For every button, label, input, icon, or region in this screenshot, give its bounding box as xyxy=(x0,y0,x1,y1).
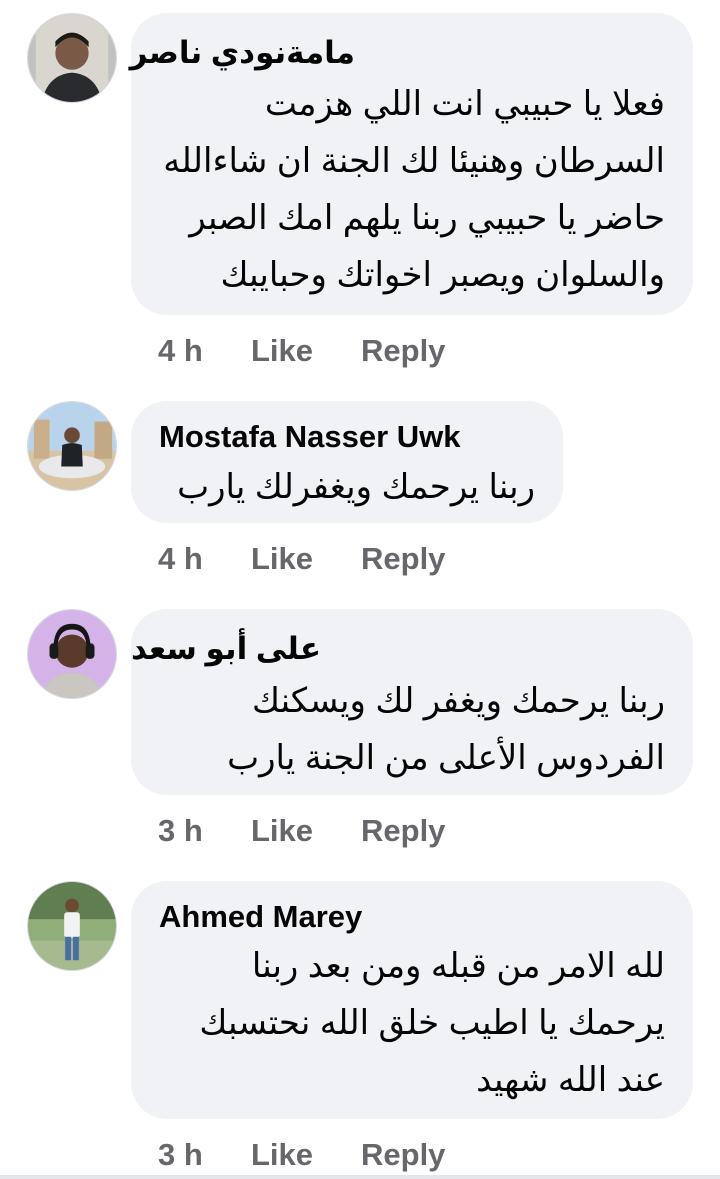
comment-text-line: والسلوان ويصبر اخواتك وحبايبك xyxy=(220,256,665,294)
reply-button[interactable]: Reply xyxy=(361,813,445,849)
avatar[interactable] xyxy=(27,609,117,699)
avatar-photo-icon xyxy=(28,882,116,970)
comment-actions: 3 h Like Reply xyxy=(158,811,445,851)
comment-timestamp[interactable]: 3 h xyxy=(158,1137,251,1173)
comment-text: لله الامر من قبله ومن بعد ربنا يرحمك يا … xyxy=(199,938,665,1109)
comment-bubble: على أبو سعد ربنا يرحمك ويغفر لك ويسكنك ا… xyxy=(131,609,693,795)
divider xyxy=(0,1175,720,1179)
reply-button[interactable]: Reply xyxy=(361,333,445,369)
comment-bubble: Mostafa Nasser Uwk ربنا يرحمك ويغفرلك يا… xyxy=(131,401,563,523)
comment-text-line: فعلا يا حبيبي انت اللي هزمت xyxy=(264,85,665,123)
like-button[interactable]: Like xyxy=(251,541,361,577)
comment-text-line: الفردوس الأعلى من الجنة يارب xyxy=(227,739,665,777)
comment-timestamp[interactable]: 4 h xyxy=(158,333,251,369)
avatar[interactable] xyxy=(27,401,117,491)
comment-timestamp[interactable]: 3 h xyxy=(158,813,251,849)
avatar-photo-icon xyxy=(28,14,116,102)
like-button[interactable]: Like xyxy=(251,1137,361,1173)
reply-button[interactable]: Reply xyxy=(361,1137,445,1173)
comment-text: فعلا يا حبيبي انت اللي هزمت السرطان وهني… xyxy=(163,76,665,304)
like-button[interactable]: Like xyxy=(251,333,361,369)
like-button[interactable]: Like xyxy=(251,813,361,849)
comment-text-line: لله الامر من قبله ومن بعد ربنا xyxy=(251,947,665,985)
comment-author[interactable]: مامةنودي ناصر xyxy=(130,35,355,71)
comment-text: ربنا يرحمك ويغفر لك ويسكنك الفردوس الأعل… xyxy=(227,673,665,787)
comment-author[interactable]: Ahmed Marey xyxy=(159,899,362,935)
avatar[interactable] xyxy=(27,13,117,103)
comment-text-line: يرحمك يا اطيب خلق الله نحتسبك xyxy=(199,1004,665,1042)
comment-actions: 3 h Like Reply xyxy=(158,1135,445,1175)
comment-text-line: السرطان وهنيئا لك الجنة ان شاءالله xyxy=(163,142,665,180)
comment-text-line: عند الله شهيد xyxy=(476,1061,665,1099)
comment-text: ربنا يرحمك ويغفرلك يارب xyxy=(177,459,535,516)
avatar[interactable] xyxy=(27,881,117,971)
comment-timestamp[interactable]: 4 h xyxy=(158,541,251,577)
comment-author[interactable]: Mostafa Nasser Uwk xyxy=(159,419,461,455)
avatar-photo-icon xyxy=(28,610,116,698)
comment-actions: 4 h Like Reply xyxy=(158,331,445,371)
avatar-photo-icon xyxy=(28,402,116,490)
comment-author[interactable]: على أبو سعد xyxy=(131,631,321,667)
comment-bubble: Ahmed Marey لله الامر من قبله ومن بعد رب… xyxy=(131,881,693,1119)
reply-button[interactable]: Reply xyxy=(361,541,445,577)
comment-text-line: ربنا يرحمك ويغفر لك ويسكنك xyxy=(252,682,665,720)
comment-bubble: مامةنودي ناصر فعلا يا حبيبي انت اللي هزم… xyxy=(130,13,693,315)
comment-text-line: ربنا يرحمك ويغفرلك يارب xyxy=(177,468,535,506)
comment-text-line: حاضر يا حبيبي ربنا يلهم امك الصبر xyxy=(189,199,665,237)
comment-actions: 4 h Like Reply xyxy=(158,539,445,579)
